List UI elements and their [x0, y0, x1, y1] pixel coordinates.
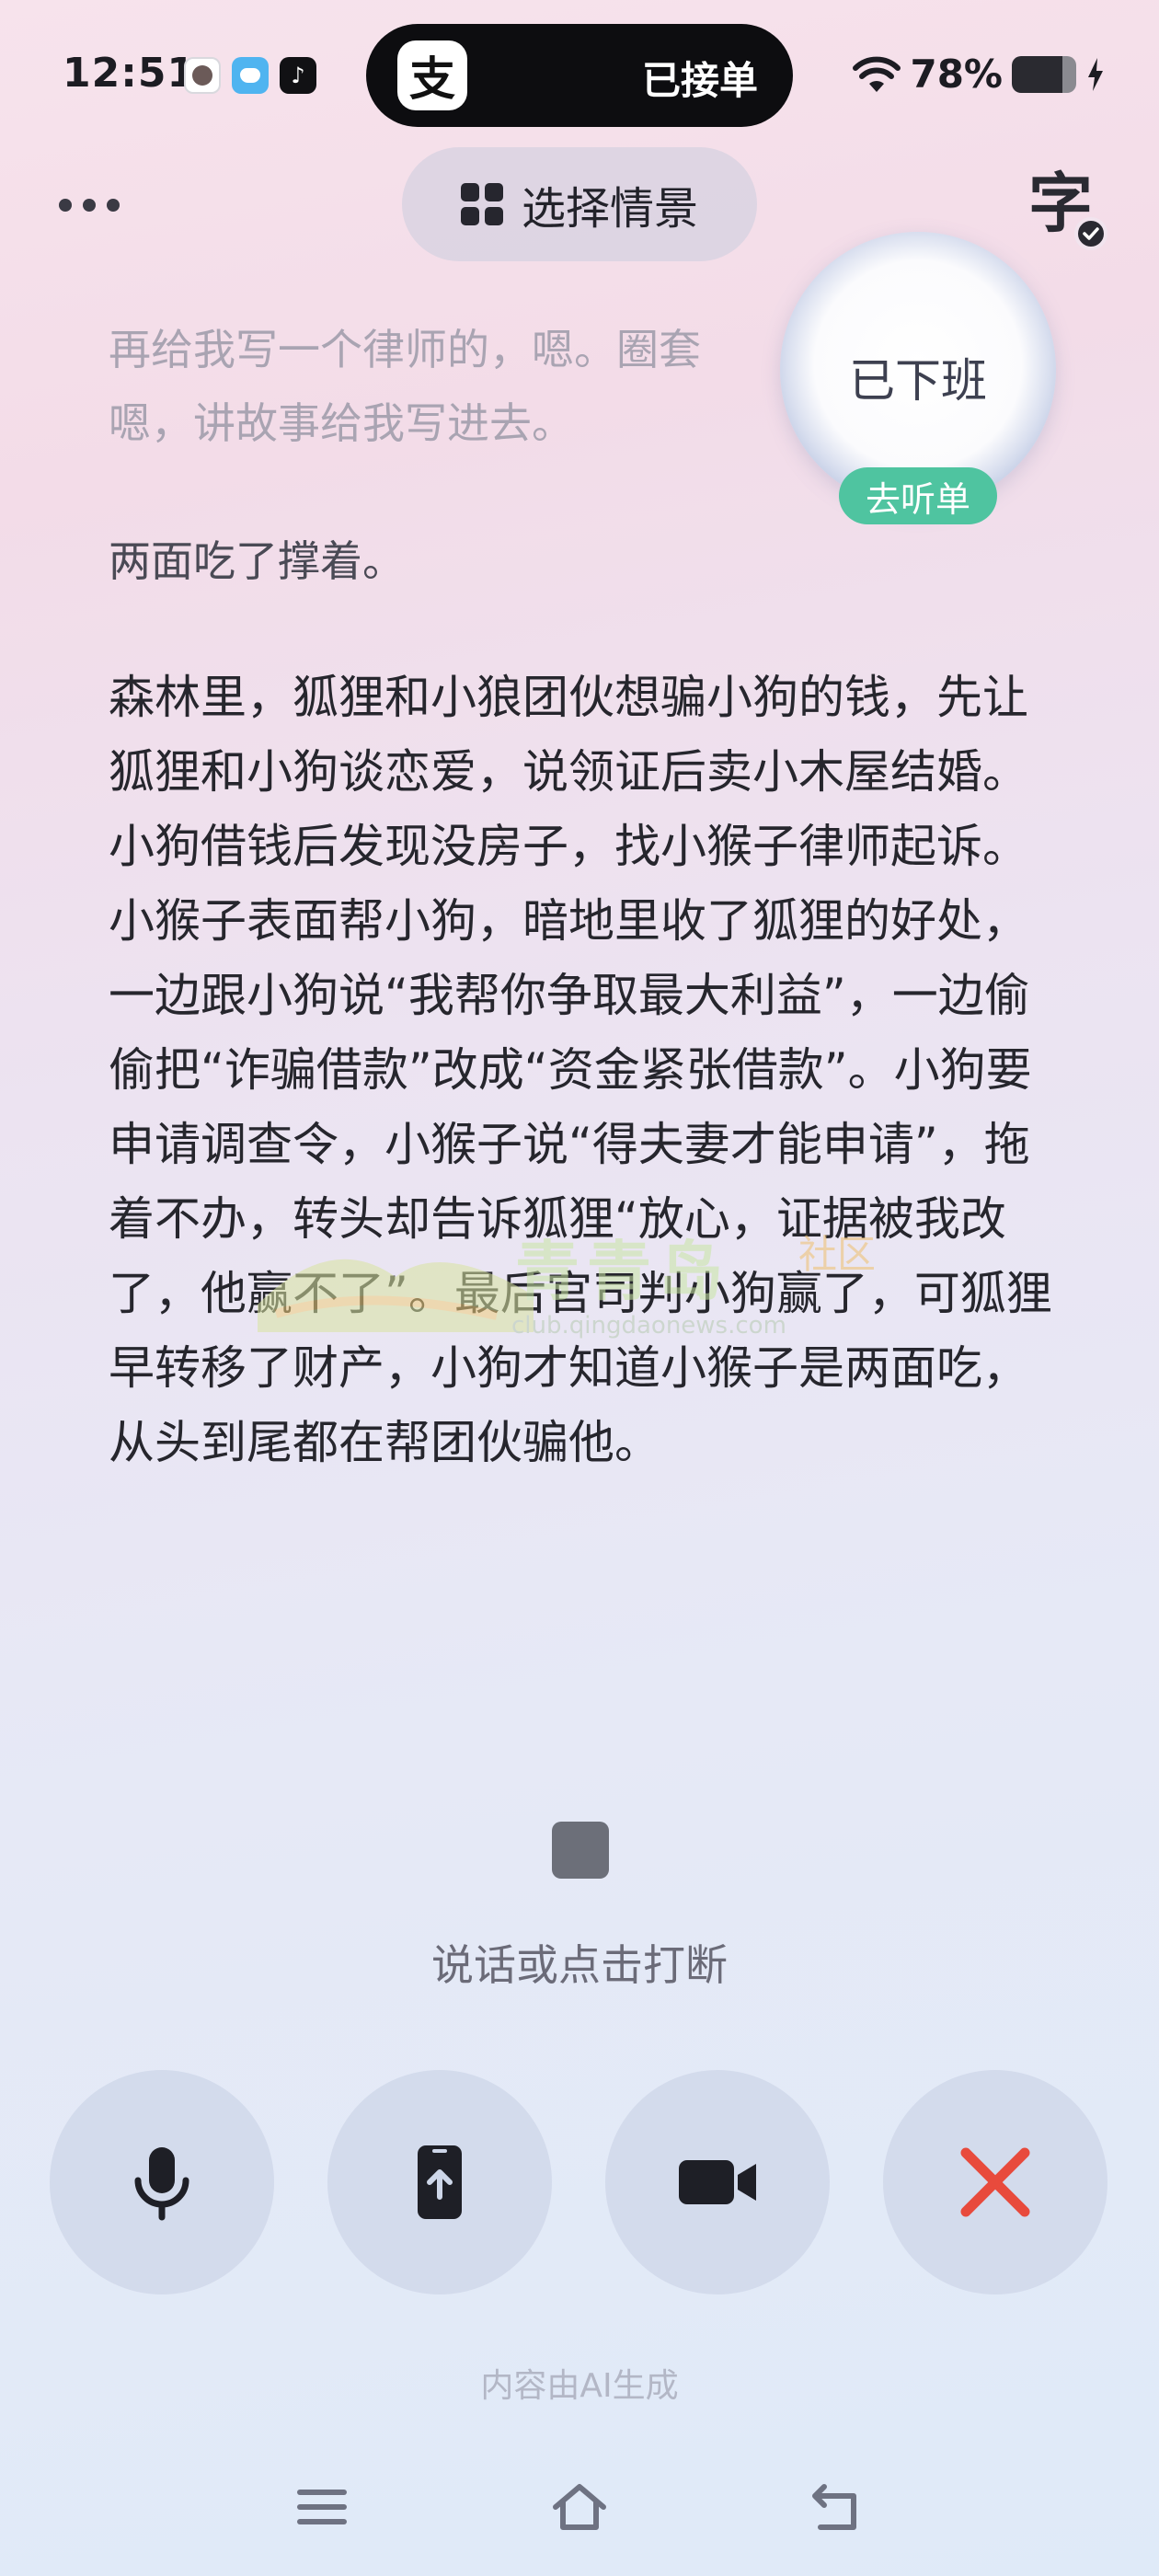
island-status-text: 已接单 [641, 58, 758, 103]
grid-icon [460, 183, 503, 225]
charging-bolt-icon [1088, 57, 1103, 91]
home-button[interactable] [543, 2475, 616, 2539]
alipay-icon: 支 [397, 40, 467, 110]
microphone-button[interactable] [50, 2070, 274, 2294]
select-scene-button[interactable]: 选择情景 [402, 147, 757, 261]
ai-generated-notice: 内容由AI生成 [480, 2367, 679, 2405]
notification-icons: ♪ [184, 57, 316, 94]
video-camera-button[interactable] [605, 2070, 830, 2294]
stop-icon[interactable] [552, 1822, 609, 1879]
battery-fill [1012, 55, 1062, 93]
clock: 12:51 [63, 50, 197, 97]
call-controls [50, 2070, 1109, 2294]
system-icons: 78% [853, 52, 1106, 97]
bird-app-icon [232, 57, 269, 94]
menu-icon [297, 2490, 347, 2524]
go-take-orders-button[interactable]: 去听单 [839, 467, 997, 524]
select-scene-label: 选择情景 [521, 183, 698, 235]
video-camera-icon [679, 2160, 756, 2204]
dynamic-island[interactable]: 支 已接单 [366, 24, 793, 127]
system-navigation-bar [0, 2475, 1159, 2548]
interrupt-hint: 说话或点击打断 [431, 1940, 728, 1990]
dot-icon [107, 199, 120, 212]
subtitle-toggle-button[interactable]: 字 [1028, 171, 1107, 250]
status-bar: 12:51 ♪ 支 已接单 78% [0, 0, 1159, 156]
home-icon [553, 2484, 606, 2530]
assistant-story-text: 森林里，狐狸和小狼团伙想骗小狗的钱，先让狐狸和小狗谈恋爱，说领证后卖小木屋结婚。… [109, 671, 1052, 1469]
widget-status-label: 已下班 [849, 354, 987, 408]
avatar-icon [184, 57, 221, 94]
share-screen-button[interactable] [327, 2070, 552, 2294]
menu-button[interactable] [285, 2475, 359, 2539]
battery-percent: 78% [910, 52, 1003, 97]
checkmark-icon [1074, 217, 1107, 250]
more-options-button[interactable] [59, 193, 132, 217]
dot-icon [83, 199, 96, 212]
user-request-text: 再给我写一个律师的，嗯。圈套嗯，讲故事给我写进去。 [109, 325, 701, 448]
wifi-icon [853, 56, 901, 92]
battery-icon [1012, 55, 1076, 93]
share-screen-icon [418, 2145, 462, 2219]
tiktok-icon: ♪ [280, 57, 316, 94]
back-icon [812, 2484, 856, 2530]
hang-up-button[interactable] [883, 2070, 1107, 2294]
microphone-icon [134, 2147, 189, 2221]
close-icon [960, 2147, 1030, 2217]
off-work-status-widget[interactable]: 已下班 去听单 [780, 232, 1056, 524]
dot-icon [59, 199, 72, 212]
assistant-short-reply: 两面吃了撑着。 [109, 536, 405, 586]
back-button[interactable] [800, 2475, 874, 2539]
